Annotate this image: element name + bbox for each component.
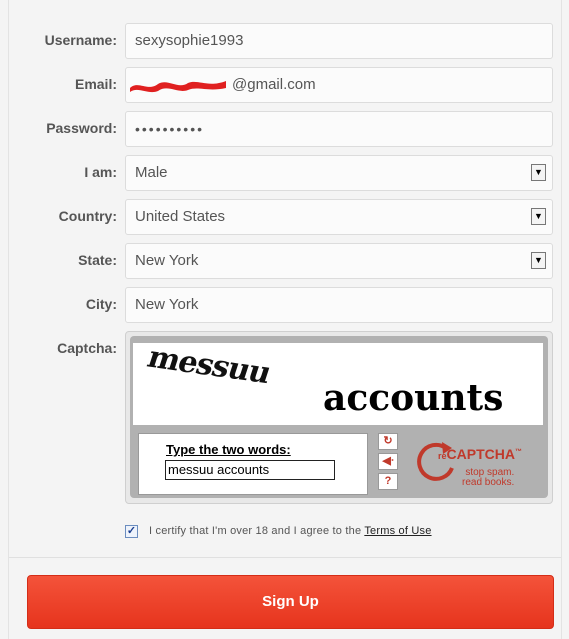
country-label: Country: [58, 208, 117, 224]
recaptcha-brand-prefix: re [438, 451, 447, 461]
password-label: Password: [46, 120, 117, 136]
state-select[interactable]: New York ▼ [125, 243, 553, 279]
captcha-response-value: messuu accounts [168, 462, 270, 477]
captcha-label: Captcha: [57, 340, 117, 356]
audio-icon[interactable]: ◀ᐧ [378, 453, 398, 470]
captcha-word-1: messuu [143, 340, 276, 391]
country-select[interactable]: United States ▼ [125, 199, 553, 235]
city-value: New York [135, 296, 199, 313]
help-icon[interactable]: ? [378, 473, 398, 490]
terms-of-use-link[interactable]: Terms of Use [364, 525, 431, 537]
captcha-prompt: Type the two words: [166, 442, 291, 457]
username-value: sexysophie1993 [135, 32, 244, 49]
captcha-response-box: Type the two words: messuu accounts [138, 433, 368, 495]
email-input[interactable]: @gmail.com [125, 67, 553, 103]
username-input[interactable]: sexysophie1993 [125, 23, 553, 59]
city-label: City: [85, 296, 117, 312]
password-value: •••••••••• [135, 121, 205, 137]
chevron-down-icon[interactable]: ▼ [531, 164, 546, 181]
city-input[interactable]: New York [125, 287, 553, 323]
state-label: State: [78, 252, 117, 268]
captcha-panel: messuu accounts Type the two words: mess… [130, 336, 548, 498]
certify-label: I certify that I'm over 18 and I agree t… [149, 525, 365, 537]
gender-value: Male [135, 164, 168, 181]
refresh-icon[interactable]: ↻ [378, 433, 398, 450]
email-value: @gmail.com [232, 76, 316, 93]
certify-text: I certify that I'm over 18 and I agree t… [149, 525, 432, 537]
recaptcha-brand-main: CAPTCHA [446, 446, 515, 462]
signup-form: Username: sexysophie1993 Email: @gmail.c… [8, 0, 562, 639]
recaptcha-logo: reCAPTCHA™ stop spam. read books. [416, 436, 544, 494]
captcha-controls: ↻ ◀ᐧ ? [374, 433, 404, 493]
chevron-down-icon[interactable]: ▼ [531, 252, 546, 269]
captcha-word-2: accounts [323, 377, 504, 419]
gender-select[interactable]: Male ▼ [125, 155, 553, 191]
certify-checkbox[interactable]: ✓ [125, 525, 138, 538]
username-label: Username: [44, 32, 117, 48]
captcha-response-input[interactable]: messuu accounts [165, 460, 335, 480]
captcha-image: messuu accounts [133, 340, 543, 425]
certify-row: ✓ I certify that I'm over 18 and I agree… [125, 523, 555, 543]
gender-label: I am: [84, 164, 117, 180]
recaptcha-tm: ™ [514, 448, 522, 456]
chevron-down-icon[interactable]: ▼ [531, 208, 546, 225]
password-input[interactable]: •••••••••• [125, 111, 553, 147]
recaptcha-tagline: stop spam. read books. [462, 468, 514, 488]
sign-up-button[interactable]: Sign Up [27, 575, 554, 629]
state-value: New York [135, 252, 199, 269]
email-label: Email: [74, 76, 117, 92]
recaptcha-brand: reCAPTCHA™ [438, 446, 522, 462]
recaptcha-tagline-2: read books. [462, 477, 515, 488]
captcha-widget: messuu accounts Type the two words: mess… [125, 331, 553, 504]
divider [9, 557, 561, 558]
redaction-scribble [130, 81, 226, 93]
country-value: United States [135, 208, 226, 225]
